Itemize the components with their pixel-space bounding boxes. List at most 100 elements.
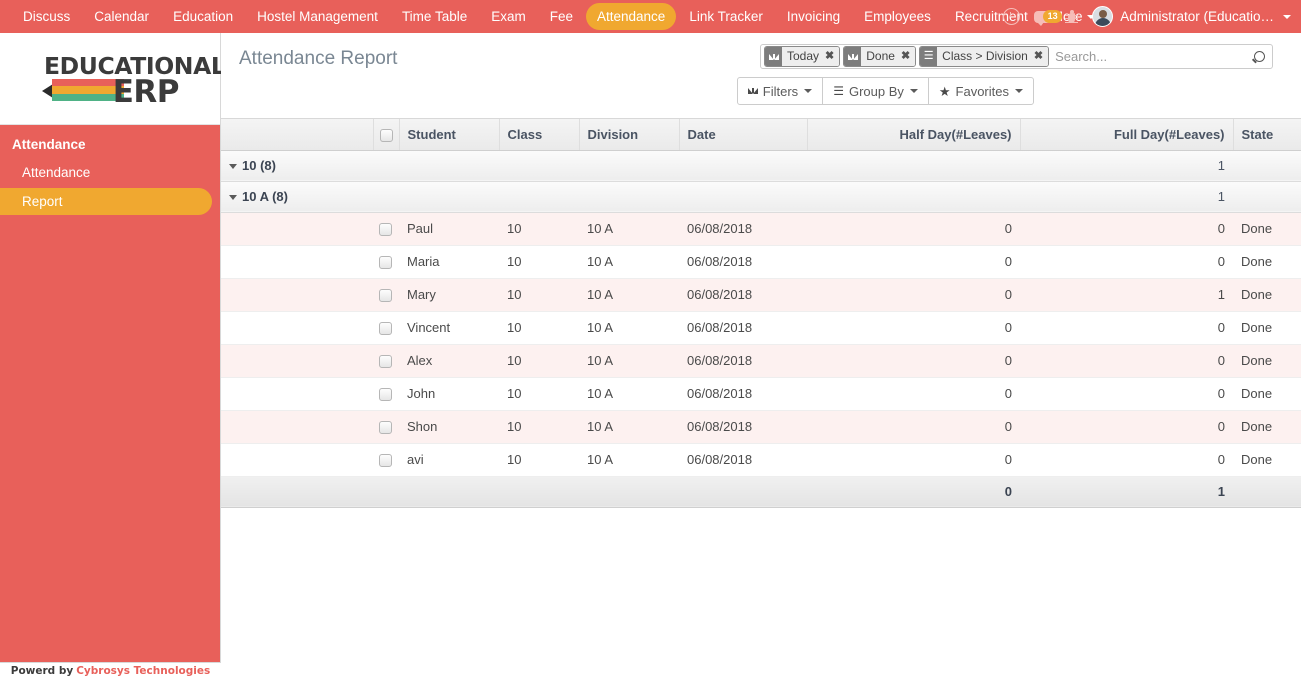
- select-all-checkbox[interactable]: [379, 128, 393, 142]
- table-row[interactable]: Alex 10 10 A 06/08/2018 0 0 Done: [221, 344, 1301, 378]
- menu-item-discuss[interactable]: Discuss: [12, 3, 81, 30]
- favorites-button[interactable]: ★ Favorites: [927, 77, 1034, 105]
- division-cell: 10 A: [579, 410, 679, 444]
- row-checkbox-cell[interactable]: [373, 278, 399, 312]
- sidebar-menu: Attendance Report: [0, 159, 220, 215]
- row-checkbox-cell[interactable]: [373, 311, 399, 345]
- bug-icon[interactable]: [1065, 9, 1079, 24]
- column-header-check[interactable]: [373, 119, 400, 151]
- row-checkbox-cell[interactable]: [373, 377, 399, 411]
- group-state-cell: [1233, 180, 1301, 213]
- menu-item-attendance[interactable]: Attendance: [586, 3, 677, 30]
- search-icon[interactable]: [1248, 51, 1270, 62]
- powered-by-prefix: Powerd by: [10, 664, 74, 677]
- row-checkbox-cell[interactable]: [373, 443, 399, 477]
- table-row[interactable]: Mary 10 10 A 06/08/2018 0 1 Done: [221, 278, 1301, 312]
- table-row[interactable]: John 10 10 A 06/08/2018 0 0 Done: [221, 377, 1301, 411]
- filters-button-label: Filters: [762, 83, 799, 99]
- menu-item-exam[interactable]: Exam: [480, 3, 537, 30]
- row-checkbox[interactable]: [379, 421, 392, 435]
- table-row[interactable]: Vincent 10 10 A 06/08/2018 0 0 Done: [221, 311, 1301, 345]
- column-header-student[interactable]: Student: [399, 119, 500, 151]
- search-facet-class-division[interactable]: ☰ Class > Division ✖: [919, 46, 1050, 67]
- group-row-label: 10 (8): [242, 158, 276, 173]
- powered-by-brand[interactable]: Cybrosys Technologies: [76, 665, 210, 677]
- half-day-cell: 0: [807, 410, 1020, 444]
- division-cell: 10 A: [579, 212, 679, 246]
- column-header-full_day[interactable]: Full Day(#Leaves): [1020, 119, 1234, 151]
- control-panel: Attendance Report Today ✖ Done ✖ ☰ Class > Di…: [221, 33, 1301, 119]
- sidebar-item-attendance[interactable]: Attendance: [0, 159, 212, 186]
- column-header-group[interactable]: [221, 119, 374, 151]
- row-checkbox[interactable]: [379, 256, 392, 270]
- row-checkbox[interactable]: [379, 289, 392, 303]
- column-header-class[interactable]: Class: [499, 119, 580, 151]
- group-by-button[interactable]: ☰ Group By: [822, 77, 929, 105]
- search-input[interactable]: [1051, 49, 1248, 64]
- row-checkbox-cell[interactable]: [373, 245, 399, 279]
- remove-facet-icon[interactable]: ✖: [898, 47, 916, 66]
- half-day-cell: 0: [807, 377, 1020, 411]
- row-checkbox-cell[interactable]: [373, 212, 399, 246]
- messages-icon[interactable]: 13: [1034, 9, 1063, 26]
- sidebar-item-report[interactable]: Report: [0, 188, 212, 215]
- sidebar: EDUCATIONAL ERP Attendance Attendance Rep…: [0, 33, 226, 678]
- division-cell: 10 A: [579, 443, 679, 477]
- row-checkbox-cell[interactable]: [373, 410, 399, 444]
- group-row-label-cell[interactable]: 10 (8): [221, 149, 807, 182]
- clock-icon[interactable]: [1003, 8, 1021, 25]
- date-cell: 06/08/2018: [679, 278, 807, 312]
- group-row-label-cell[interactable]: 10 A (8): [221, 180, 807, 213]
- pencil-icon: [42, 78, 124, 103]
- group-row[interactable]: 10 (8) 1: [221, 149, 1301, 182]
- menu-item-calendar[interactable]: Calendar: [83, 3, 160, 30]
- student-cell: Shon: [399, 410, 499, 444]
- row-checkbox[interactable]: [379, 223, 392, 237]
- star-icon: ★: [938, 83, 951, 99]
- menu-item-time-table[interactable]: Time Table: [391, 3, 478, 30]
- row-checkbox-cell[interactable]: [373, 344, 399, 378]
- column-header-division[interactable]: Division: [579, 119, 680, 151]
- row-checkbox[interactable]: [379, 388, 392, 402]
- student-cell: Paul: [399, 212, 499, 246]
- table-body: 10 (8) 1 10 A (8) 1 Paul 10 10 A 06/08/2018 0 0 Do…: [221, 149, 1301, 508]
- menu-item-employees[interactable]: Employees: [853, 3, 942, 30]
- search-facet-done[interactable]: Done ✖: [843, 46, 917, 67]
- row-group-spacer: [221, 311, 373, 345]
- group-state-cell: [1233, 149, 1301, 182]
- filters-button[interactable]: Filters: [736, 77, 824, 105]
- column-header-date[interactable]: Date: [679, 119, 808, 151]
- row-group-spacer: [221, 377, 373, 411]
- row-checkbox[interactable]: [379, 454, 392, 468]
- search-box[interactable]: Today ✖ Done ✖ ☰ Class > Division ✖: [760, 44, 1273, 69]
- menu-item-link-tracker[interactable]: Link Tracker: [678, 3, 774, 30]
- menu-item-invoicing[interactable]: Invoicing: [776, 3, 851, 30]
- table-row[interactable]: avi 10 10 A 06/08/2018 0 0 Done: [221, 443, 1301, 477]
- full-day-cell: 0: [1020, 212, 1233, 246]
- table-row[interactable]: Shon 10 10 A 06/08/2018 0 0 Done: [221, 410, 1301, 444]
- remove-facet-icon[interactable]: ✖: [823, 47, 840, 66]
- caret-down-icon[interactable]: [229, 164, 237, 170]
- row-checkbox[interactable]: [379, 355, 392, 369]
- column-header-half_day[interactable]: Half Day(#Leaves): [807, 119, 1021, 151]
- remove-facet-icon[interactable]: ✖: [1031, 47, 1049, 66]
- table-row[interactable]: Paul 10 10 A 06/08/2018 0 0 Done: [221, 212, 1301, 246]
- column-header-state[interactable]: State: [1233, 119, 1301, 151]
- class-cell: 10: [499, 443, 579, 477]
- menu-item-fee[interactable]: Fee: [539, 3, 584, 30]
- caret-down-icon[interactable]: [229, 195, 237, 201]
- user-menu[interactable]: Administrator (Educatio…: [1092, 6, 1291, 27]
- group-full-day-total: 1: [1020, 180, 1233, 213]
- search-facet-today[interactable]: Today ✖: [764, 46, 841, 67]
- filter-icon: [844, 47, 862, 66]
- menu-item-hostel-management[interactable]: Hostel Management: [246, 3, 389, 30]
- app-logo[interactable]: EDUCATIONAL ERP: [0, 33, 226, 125]
- menu-item-education[interactable]: Education: [162, 3, 244, 30]
- row-checkbox[interactable]: [379, 322, 392, 336]
- table-header: Student Class Division Date Half Day(#Leaves…: [221, 119, 1301, 151]
- class-cell: 10: [499, 377, 579, 411]
- group-row[interactable]: 10 A (8) 1: [221, 180, 1301, 213]
- class-cell: 10: [499, 311, 579, 345]
- logo-line-2: ERP: [112, 73, 180, 110]
- table-row[interactable]: Maria 10 10 A 06/08/2018 0 0 Done: [221, 245, 1301, 279]
